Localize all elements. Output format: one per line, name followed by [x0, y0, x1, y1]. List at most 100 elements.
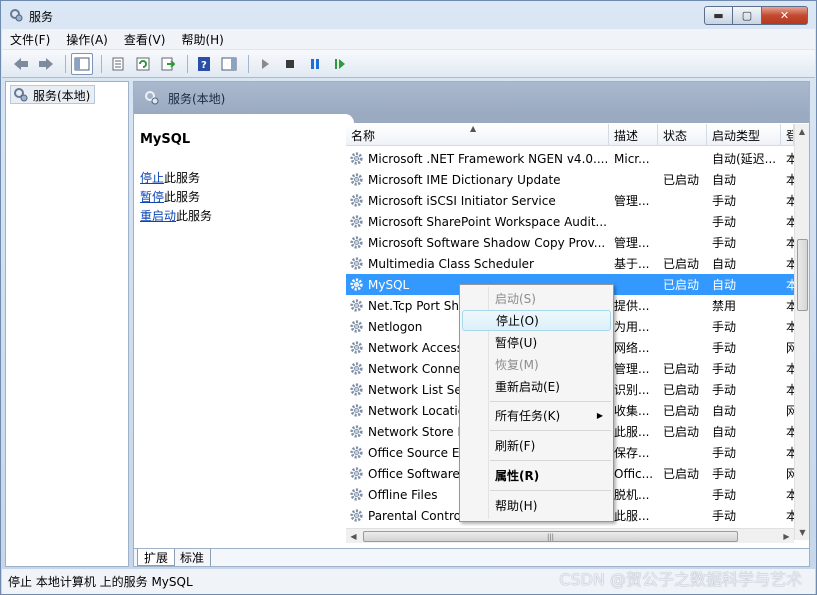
restart-service-link[interactable]: 重启动 [140, 209, 176, 223]
service-gear-icon [350, 194, 363, 207]
help-button[interactable]: ? [193, 53, 215, 75]
pause-link-suffix: 此服务 [164, 190, 201, 204]
scroll-up-arrow-icon[interactable]: ▲ [795, 124, 809, 139]
horizontal-scroll-thumb[interactable]: ||| [363, 531, 738, 542]
horizontal-scrollbar[interactable]: ◀ ||| ▶ [346, 528, 794, 543]
back-arrow-icon [14, 57, 28, 70]
context-menu-item[interactable]: 停止(O) [462, 310, 611, 331]
column-header-startup-type[interactable]: 启动类型 [707, 124, 781, 146]
properties-button[interactable] [107, 53, 129, 75]
service-description-cell: 基于... [614, 257, 650, 271]
vertical-scrollbar[interactable]: ▲ ▼ [794, 124, 809, 540]
table-row[interactable]: Microsoft IME Dictionary Update 已启动 自动 本 [346, 169, 794, 190]
context-menu: 启动(S) 停止(O) 暂停(U) 恢复(M) 重新启动(E) 所有任务(K) ▶ 刷新(F)… [459, 284, 614, 522]
scroll-right-arrow-icon[interactable]: ▶ [779, 529, 794, 544]
service-startup-cell: 自动 [712, 425, 737, 439]
pause-service-button[interactable] [304, 53, 326, 75]
column-header-name[interactable]: 名称 ▲ [346, 124, 609, 146]
context-menu-item[interactable]: 属性(R) [462, 465, 611, 486]
refresh-button[interactable] [132, 53, 154, 75]
stop-service-button[interactable] [279, 53, 301, 75]
column-header-status[interactable]: 状态 [658, 124, 707, 146]
service-description-cell: Micr... [614, 151, 650, 166]
header-tab-curve [334, 114, 354, 123]
maximize-button[interactable]: ▢ [733, 6, 762, 25]
service-logon-cell: 网 [786, 467, 794, 481]
forward-button[interactable] [35, 53, 57, 75]
menu-file[interactable]: 文件(F) [10, 31, 50, 48]
start-service-button[interactable] [254, 53, 276, 75]
service-logon-cell: 本 [786, 320, 794, 334]
service-gear-icon [350, 320, 363, 333]
minimize-button[interactable]: ▬ [704, 6, 733, 25]
table-row[interactable]: Microsoft .NET Framework NGEN v4.0.... Mi… [346, 148, 794, 169]
service-logon-cell: 本 [786, 257, 794, 271]
show-action-pane-button[interactable] [218, 53, 240, 75]
column-header-description[interactable]: 描述 [609, 124, 658, 146]
service-name-label: Microsoft Software Shadow Copy Prov... [368, 235, 606, 250]
service-gear-icon [350, 278, 363, 291]
service-gear-icon [350, 341, 363, 354]
tree-node-services-local[interactable]: 服务(本地) [10, 85, 96, 104]
service-logon-cell: 本 [786, 362, 794, 376]
show-tree-button[interactable] [71, 52, 93, 75]
context-menu-item[interactable]: 暂停(U) [462, 332, 611, 353]
service-name-label: Multimedia Class Scheduler [368, 256, 534, 271]
action-pane-icon [221, 57, 237, 70]
service-description-cell: 脱机... [614, 488, 650, 502]
context-menu-item: 恢复(M) [462, 354, 611, 375]
service-gear-icon [350, 488, 363, 501]
column-startup-label: 启动类型 [712, 128, 761, 143]
service-startup-cell: 自动 [712, 404, 737, 418]
menu-help[interactable]: 帮助(H) [181, 31, 223, 48]
column-header-logon[interactable]: 登 [781, 124, 794, 146]
service-description-cell: 此服... [614, 425, 650, 439]
tab-extended[interactable]: 扩展 [137, 549, 176, 566]
minimize-icon: ▬ [713, 9, 724, 22]
window-title: 服务 [29, 10, 54, 24]
service-gear-icon [350, 446, 363, 459]
service-startup-cell: 手动 [712, 236, 737, 250]
pause-service-link[interactable]: 暂停 [140, 190, 164, 204]
service-name-label: Network List Se [368, 382, 462, 397]
stop-service-link[interactable]: 停止 [140, 171, 164, 185]
context-menu-item[interactable]: 重新启动(E) [462, 376, 611, 397]
stop-link-suffix: 此服务 [164, 171, 201, 185]
export-list-button[interactable] [157, 53, 179, 75]
svg-text:?: ? [201, 60, 207, 71]
service-description-cell: 为用... [614, 320, 650, 334]
table-row[interactable]: Microsoft Software Shadow Copy Prov... 管理… [346, 232, 794, 253]
play-icon [262, 58, 269, 69]
tab-standard[interactable]: 标准 [174, 549, 212, 566]
scroll-down-arrow-icon[interactable]: ▼ [795, 525, 810, 540]
context-menu-item[interactable]: 所有任务(K) ▶ [462, 405, 611, 426]
service-gear-icon [350, 173, 363, 186]
close-button[interactable]: ✕ [762, 6, 808, 25]
service-startup-cell: 手动 [712, 488, 737, 502]
column-logon-label: 登 [786, 127, 793, 144]
context-menu-item[interactable]: 刷新(F) [462, 435, 611, 456]
panel-header: 服务(本地) [134, 82, 809, 114]
table-row[interactable]: Microsoft SharePoint Workspace Audit... 手… [346, 211, 794, 232]
selected-service-title: MySQL [140, 132, 191, 147]
service-gear-icon [350, 467, 363, 480]
scroll-left-arrow-icon[interactable]: ◀ [346, 529, 361, 544]
resume-service-button[interactable] [329, 53, 351, 75]
title-bar[interactable]: 服务 ▬ ▢ ✕ [1, 1, 816, 29]
service-startup-cell: 自动 [712, 173, 737, 187]
service-logon-cell: 本 [786, 173, 794, 187]
menu-action[interactable]: 操作(A) [66, 31, 108, 48]
service-gear-icon [350, 215, 363, 228]
table-row[interactable]: Multimedia Class Scheduler 基于... 已启动 自动 本 [346, 253, 794, 274]
menu-view[interactable]: 查看(V) [124, 31, 166, 48]
service-gear-icon [350, 509, 363, 522]
service-startup-cell: 手动 [712, 320, 737, 334]
context-menu-item[interactable]: 帮助(H) [462, 495, 611, 516]
vertical-scroll-thumb[interactable] [797, 239, 808, 311]
service-logon-cell: 本 [786, 278, 794, 292]
back-button[interactable] [10, 53, 32, 75]
table-row[interactable]: Microsoft iSCSI Initiator Service 管理... 手动… [346, 190, 794, 211]
context-menu-item-label: 属性(R) [495, 469, 540, 483]
tree-node-label: 服务(本地) [33, 88, 91, 103]
restart-link-suffix: 此服务 [176, 209, 213, 223]
